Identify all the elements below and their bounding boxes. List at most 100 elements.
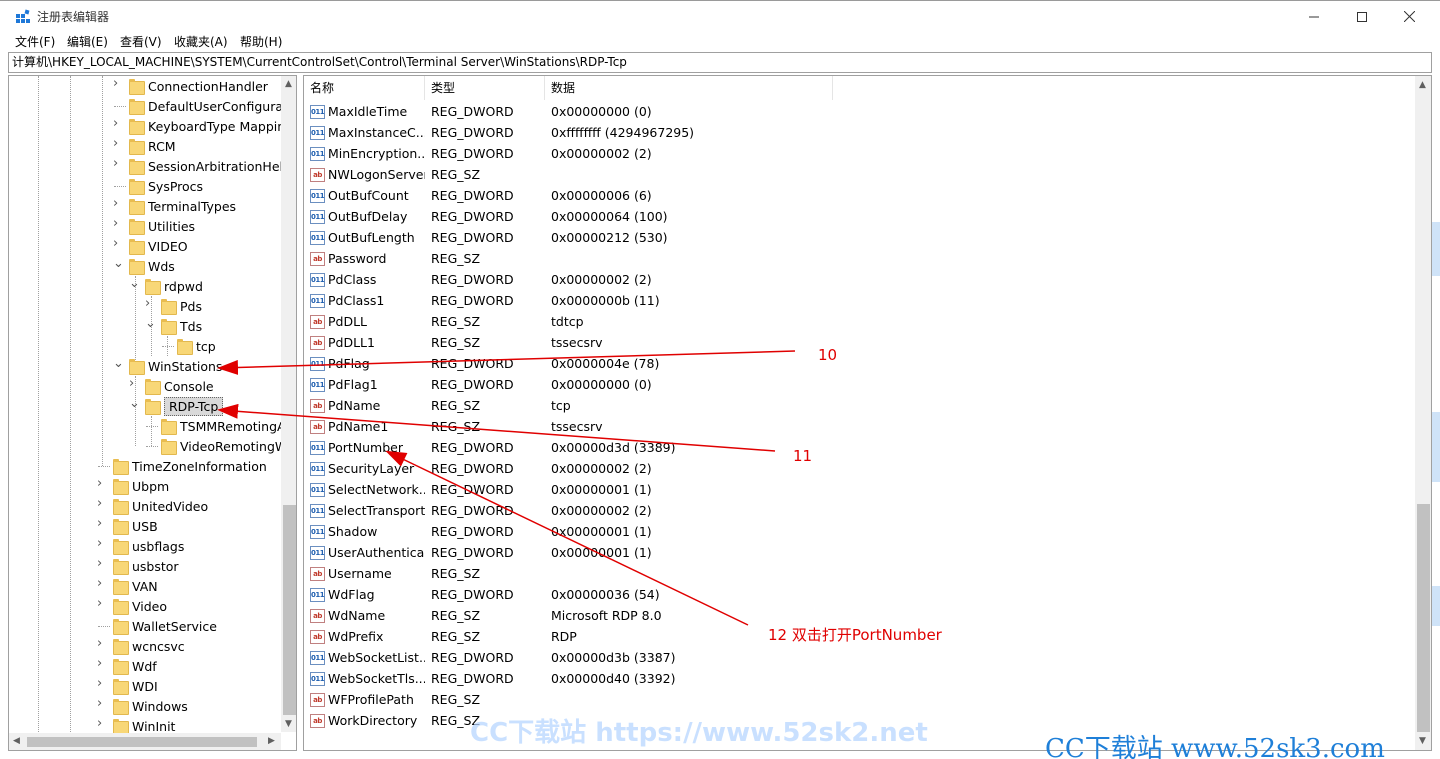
- chevron-right-icon[interactable]: ›: [129, 377, 138, 390]
- table-row[interactable]: ab Username REG_SZ: [304, 563, 1414, 584]
- tree-item[interactable]: Tds: [161, 316, 202, 336]
- close-button[interactable]: [1386, 1, 1432, 32]
- chevron-right-icon[interactable]: ›: [97, 597, 106, 610]
- table-row[interactable]: ab PdDLL REG_SZ tdtcp: [304, 311, 1414, 332]
- tree-item[interactable]: TimeZoneInformation: [113, 456, 267, 476]
- menu-favorites[interactable]: 收藏夹(A): [174, 33, 228, 50]
- tree-vertical-scroll-thumb[interactable]: [283, 505, 296, 715]
- tree-item[interactable]: Wds: [129, 256, 175, 276]
- chevron-down-icon[interactable]: ⌄: [113, 357, 124, 370]
- table-row[interactable]: 011 OutBufLength REG_DWORD 0x00000212 (530): [304, 227, 1414, 248]
- tree-item[interactable]: RDP-Tcp: [145, 396, 224, 416]
- menu-view[interactable]: 查看(V): [120, 33, 162, 50]
- scroll-up-arrow-icon[interactable]: ▲: [1419, 80, 1426, 90]
- chevron-right-icon[interactable]: ›: [97, 637, 106, 650]
- tree-item[interactable]: WDI: [113, 676, 158, 696]
- table-row[interactable]: 011 SelectTransport REG_DWORD 0x00000002 (2…: [304, 500, 1414, 521]
- maximize-button[interactable]: [1339, 1, 1385, 32]
- scroll-down-arrow-icon[interactable]: ▼: [1419, 736, 1426, 746]
- chevron-right-icon[interactable]: ›: [113, 237, 122, 250]
- table-row[interactable]: 011 MaxInstanceC... REG_DWORD 0xffffffff (4…: [304, 122, 1414, 143]
- table-row[interactable]: 011 MinEncryption... REG_DWORD 0x00000002 (…: [304, 143, 1414, 164]
- tree-item[interactable]: SysProcs: [129, 176, 203, 196]
- chevron-right-icon[interactable]: ›: [145, 297, 154, 310]
- table-row[interactable]: 011 MaxIdleTime REG_DWORD 0x00000000 (0): [304, 101, 1414, 122]
- chevron-right-icon[interactable]: ›: [113, 157, 122, 170]
- chevron-right-icon[interactable]: ›: [113, 217, 122, 230]
- table-row[interactable]: 011 PdClass REG_DWORD 0x00000002 (2): [304, 269, 1414, 290]
- table-row[interactable]: ab WFProfilePath REG_SZ: [304, 689, 1414, 710]
- tree-item[interactable]: USB: [113, 516, 158, 536]
- tree-item[interactable]: RCM: [129, 136, 176, 156]
- chevron-right-icon[interactable]: ›: [113, 137, 122, 150]
- tree-item[interactable]: WinStations: [129, 356, 222, 376]
- chevron-down-icon[interactable]: ⌄: [113, 257, 124, 270]
- chevron-right-icon[interactable]: ›: [97, 497, 106, 510]
- tree-item[interactable]: Utilities: [129, 216, 195, 236]
- tree-item[interactable]: ConnectionHandler: [129, 76, 268, 96]
- scroll-left-arrow-icon[interactable]: ◀: [13, 736, 20, 746]
- table-row[interactable]: 011 WdFlag REG_DWORD 0x00000036 (54): [304, 584, 1414, 605]
- chevron-right-icon[interactable]: ›: [97, 517, 106, 530]
- table-row[interactable]: ab Password REG_SZ: [304, 248, 1414, 269]
- chevron-right-icon[interactable]: ›: [97, 657, 106, 670]
- tree-item[interactable]: SessionArbitrationHelper: [129, 156, 296, 176]
- tree-item[interactable]: Console: [145, 376, 214, 396]
- tree-item[interactable]: Windows: [113, 696, 188, 716]
- table-row[interactable]: 011 SecurityLayer REG_DWORD 0x00000002 (2): [304, 458, 1414, 479]
- tree-item[interactable]: WalletService: [113, 616, 217, 636]
- tree-item[interactable]: Pds: [161, 296, 202, 316]
- menu-file[interactable]: 文件(F): [15, 33, 55, 50]
- tree-item[interactable]: TerminalTypes: [129, 196, 236, 216]
- tree-item[interactable]: DefaultUserConfiguration: [129, 96, 296, 116]
- tree-item[interactable]: usbflags: [113, 536, 184, 556]
- scroll-up-arrow-icon[interactable]: ▲: [285, 79, 292, 89]
- tree-item[interactable]: Video: [113, 596, 167, 616]
- table-row[interactable]: 011 OutBufDelay REG_DWORD 0x00000064 (100): [304, 206, 1414, 227]
- chevron-right-icon[interactable]: ›: [97, 537, 106, 550]
- column-header-type[interactable]: 类型: [425, 76, 545, 100]
- table-row[interactable]: 011 OutBufCount REG_DWORD 0x00000006 (6): [304, 185, 1414, 206]
- chevron-right-icon[interactable]: ›: [113, 197, 122, 210]
- table-row[interactable]: 011 WebSocketList... REG_DWORD 0x00000d3b (…: [304, 647, 1414, 668]
- chevron-right-icon[interactable]: ›: [97, 557, 106, 570]
- tree-item[interactable]: Ubpm: [113, 476, 169, 496]
- chevron-right-icon[interactable]: ›: [97, 697, 106, 710]
- chevron-down-icon[interactable]: ⌄: [129, 277, 140, 290]
- tree-item[interactable]: TSMMRemotingAllowedApps: [161, 416, 296, 436]
- table-row[interactable]: 011 WebSocketTls... REG_DWORD 0x00000d40 (3…: [304, 668, 1414, 689]
- chevron-right-icon[interactable]: ›: [97, 717, 106, 730]
- table-row[interactable]: ab PdName REG_SZ tcp: [304, 395, 1414, 416]
- list-vertical-scroll-thumb[interactable]: [1417, 504, 1430, 732]
- tree-item[interactable]: tcp: [177, 336, 216, 356]
- table-row[interactable]: ab PdDLL1 REG_SZ tssecsrv: [304, 332, 1414, 353]
- table-row[interactable]: ab PdName1 REG_SZ tssecsrv: [304, 416, 1414, 437]
- table-row[interactable]: 011 PdFlag REG_DWORD 0x0000004e (78): [304, 353, 1414, 374]
- column-header-name[interactable]: 名称: [304, 76, 425, 100]
- key-tree-pane[interactable]: › ConnectionHandler DefaultUserConfigurati…: [8, 75, 297, 751]
- tree-item[interactable]: UnitedVideo: [113, 496, 208, 516]
- tree-item[interactable]: wcncsvc: [113, 636, 185, 656]
- table-row[interactable]: 011 PortNumber REG_DWORD 0x00000d3d (3389): [304, 437, 1414, 458]
- table-row[interactable]: 011 Shadow REG_DWORD 0x00000001 (1): [304, 521, 1414, 542]
- tree-item[interactable]: VIDEO: [129, 236, 188, 256]
- minimize-button[interactable]: [1291, 1, 1337, 32]
- tree-item[interactable]: KeyboardType Mapping: [129, 116, 293, 136]
- chevron-down-icon[interactable]: ⌄: [129, 397, 140, 410]
- chevron-right-icon[interactable]: ›: [113, 117, 122, 130]
- tree-item[interactable]: VideoRemotingWindowNames: [161, 436, 296, 456]
- chevron-down-icon[interactable]: ⌄: [145, 317, 156, 330]
- table-row[interactable]: 011 SelectNetwork... REG_DWORD 0x00000001 (…: [304, 479, 1414, 500]
- table-row[interactable]: 011UserAuthentica... REG_DWORD 0x00000001 …: [304, 542, 1414, 563]
- table-row[interactable]: 011 PdFlag1 REG_DWORD 0x00000000 (0): [304, 374, 1414, 395]
- menu-edit[interactable]: 编辑(E): [67, 33, 108, 50]
- chevron-right-icon[interactable]: ›: [97, 677, 106, 690]
- address-bar[interactable]: 计算机\HKEY_LOCAL_MACHINE\SYSTEM\CurrentCon…: [8, 52, 1432, 73]
- table-row[interactable]: ab WdName REG_SZ Microsoft RDP 8.0: [304, 605, 1414, 626]
- tree-horizontal-scroll-thumb[interactable]: [27, 737, 257, 747]
- chevron-right-icon[interactable]: ›: [113, 77, 122, 90]
- tree-item[interactable]: rdpwd: [145, 276, 203, 296]
- column-header-data[interactable]: 数据: [545, 76, 833, 100]
- table-row[interactable]: ab NWLogonServer REG_SZ: [304, 164, 1414, 185]
- value-list-pane[interactable]: 名称 类型 数据 011 MaxIdleTime REG_DWORD 0x000000…: [303, 75, 1432, 751]
